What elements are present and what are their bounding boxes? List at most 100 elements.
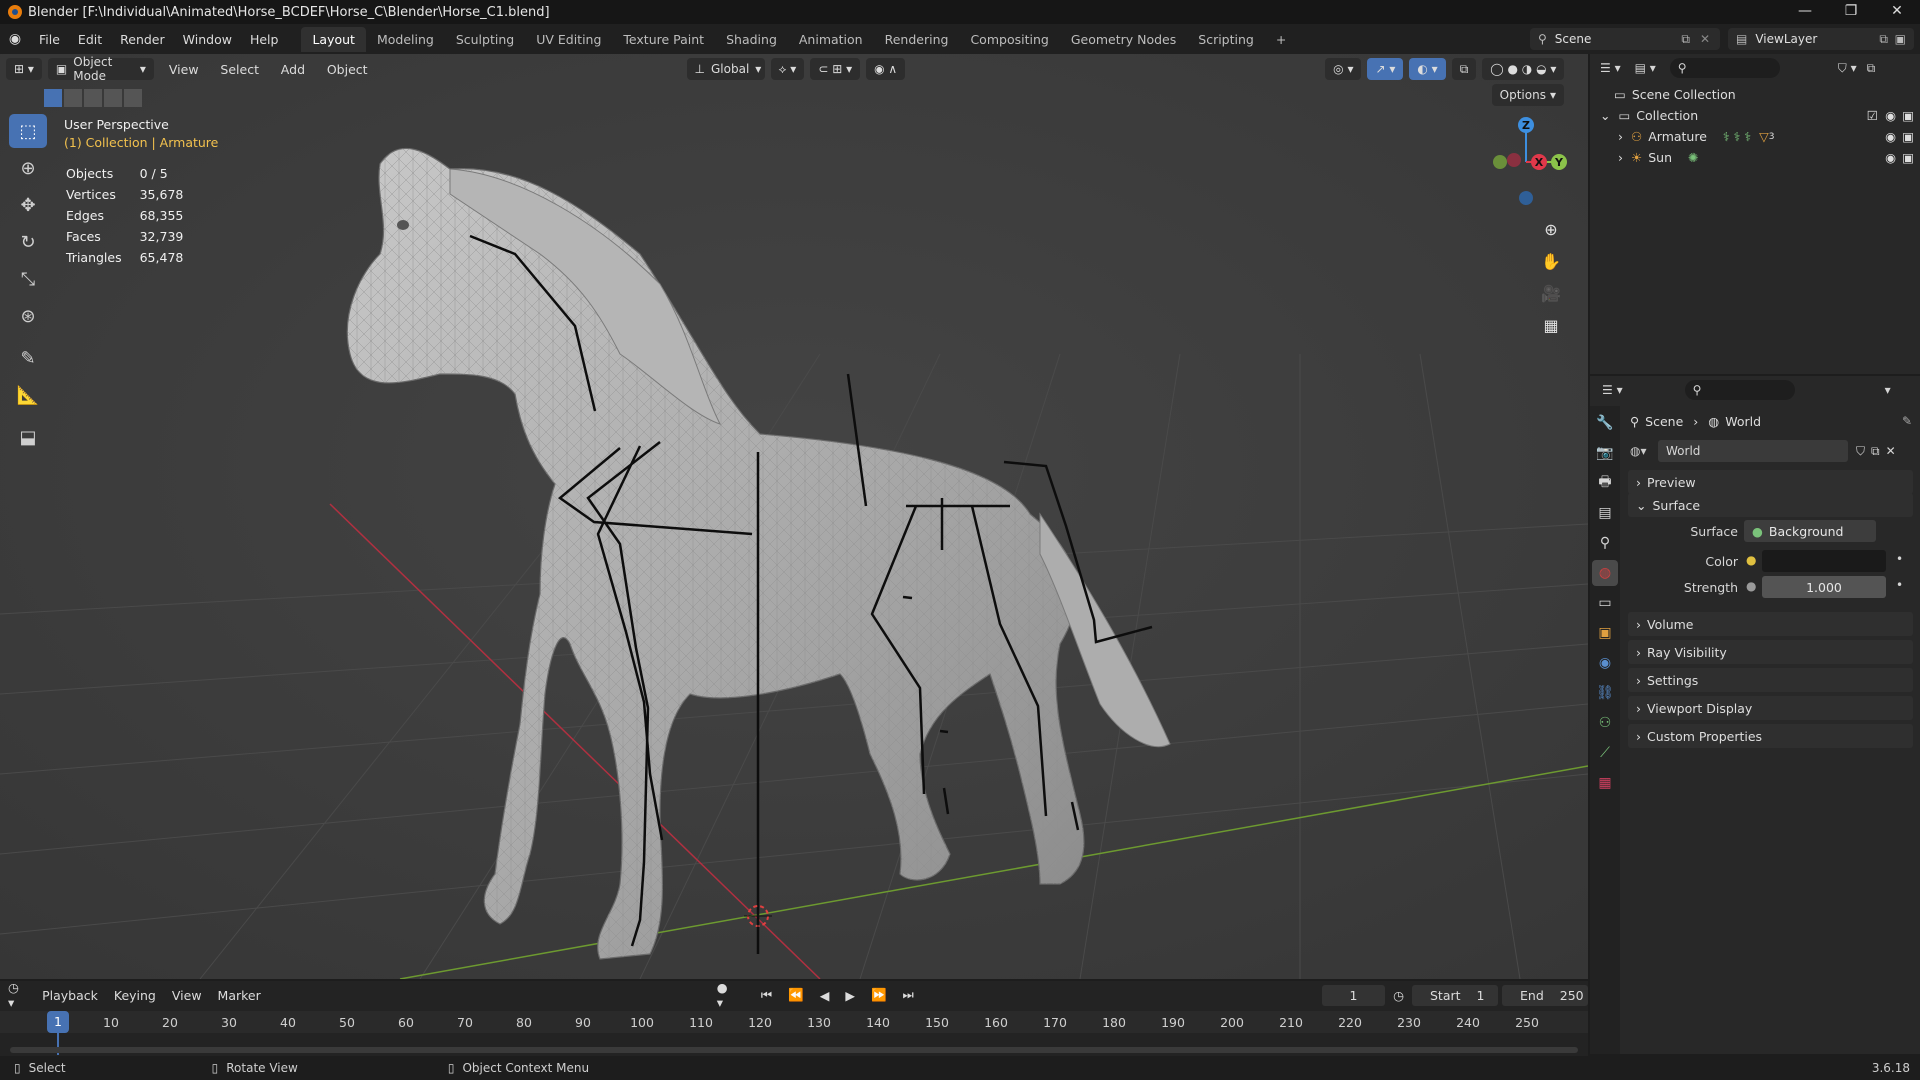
zoom-icon[interactable]: ⊕ <box>1536 214 1566 244</box>
auto-keying-icon[interactable]: ● ▾ <box>709 980 743 1010</box>
display-mode-icon[interactable]: ▤ ▾ <box>1635 61 1656 75</box>
timeline-editor-type-icon[interactable]: ◷ ▾ <box>0 980 34 1010</box>
play-icon[interactable]: ▶ <box>837 988 863 1003</box>
tool-tab-icon[interactable]: 🔧 <box>1592 410 1618 436</box>
mode-selector[interactable]: ▣ Object Mode ▾ <box>47 55 154 83</box>
color-swatch[interactable] <box>1762 550 1886 572</box>
outliner-search-input[interactable]: ⚲ <box>1669 58 1780 78</box>
snap-toggle[interactable]: ⊂ ⊞ ▾ <box>810 58 861 80</box>
menu-file[interactable]: File <box>30 32 69 47</box>
annotate-tool-icon[interactable]: ✎ <box>9 341 47 375</box>
tab-uv-editing[interactable]: UV Editing <box>525 27 612 52</box>
tab-animation[interactable]: Animation <box>788 27 874 52</box>
bone-tab-icon[interactable]: ⟋ <box>1592 740 1618 766</box>
menu-window[interactable]: Window <box>174 32 241 47</box>
render-camera-icon[interactable]: ▣ <box>1902 129 1914 144</box>
menu-marker[interactable]: Marker <box>210 988 269 1003</box>
panel-settings[interactable]: › Settings <box>1628 668 1913 692</box>
play-reverse-icon[interactable]: ◀ <box>812 988 838 1003</box>
pivot-point-button[interactable]: ⟡ ▾ <box>770 58 805 80</box>
tab-rendering[interactable]: Rendering <box>874 27 960 52</box>
shading-mode-buttons[interactable]: ◯ ● ◑ ◒ ▾ <box>1482 58 1565 80</box>
new-collection-icon[interactable]: ⧉ <box>1867 61 1876 76</box>
menu-object[interactable]: Object <box>318 62 377 77</box>
panel-custom-properties[interactable]: › Custom Properties <box>1628 724 1913 748</box>
perspective-toggle-icon[interactable]: ▦ <box>1536 310 1566 340</box>
remove-scene-icon[interactable]: ✕ <box>1700 32 1710 46</box>
navigation-gizmo[interactable]: Z X Y ⊕ ✋ 🎥 ▦ <box>1464 114 1574 354</box>
menu-edit[interactable]: Edit <box>69 32 111 47</box>
xray-toggle[interactable]: ⧉ <box>1451 58 1477 80</box>
panel-preview[interactable]: › Preview <box>1628 470 1913 494</box>
cursor-tool-icon[interactable]: ⊕ <box>9 151 47 185</box>
menu-timeline-view[interactable]: View <box>164 988 210 1003</box>
current-frame-field[interactable]: 1 <box>1321 984 1386 1006</box>
expand-arrow-icon[interactable]: ⌄ <box>1600 108 1610 123</box>
timeline-editor[interactable]: ◷ ▾ Playback Keying View Marker ● ▾ ⏮ ⏪ … <box>0 980 1588 1065</box>
eye-icon[interactable]: ◉ <box>1885 108 1896 123</box>
fake-user-icon[interactable]: ⛉ <box>1856 444 1865 459</box>
select-box-tool-icon[interactable]: ⬚ <box>9 114 47 148</box>
world-tab-icon[interactable]: ◍ <box>1592 560 1618 586</box>
measure-tool-icon[interactable]: 📐 <box>9 378 47 412</box>
gizmo-toggle[interactable]: ↗ ▾ <box>1367 58 1404 80</box>
keyframe-dot-icon[interactable]: • <box>1896 552 1903 566</box>
view-layer-selector[interactable]: ▤ ViewLayer ⧉ ▣ <box>1728 28 1914 50</box>
3d-viewport[interactable]: ⊞ ▾ ▣ Object Mode ▾ View Select Add Obje… <box>0 54 1588 979</box>
add-cube-tool-icon[interactable]: ⬓ <box>9 420 47 454</box>
transform-tool-icon[interactable]: ⊛ <box>9 299 47 333</box>
properties-search-input[interactable]: ⚲ <box>1684 380 1795 400</box>
tab-sculpting[interactable]: Sculpting <box>445 27 525 52</box>
menu-render[interactable]: Render <box>111 32 174 47</box>
panel-ray-visibility[interactable]: › Ray Visibility <box>1628 640 1913 664</box>
tab-layout[interactable]: Layout <box>301 26 366 52</box>
scale-tool-icon[interactable]: ⤡ <box>9 262 47 296</box>
eye-icon[interactable]: ◉ <box>1885 129 1896 144</box>
strength-socket-icon[interactable]: ● <box>1746 579 1756 593</box>
render-camera-icon[interactable]: ▣ <box>1902 108 1914 123</box>
proportional-edit-toggle[interactable]: ◉ ∧ <box>866 58 906 80</box>
select-extend-icon[interactable] <box>64 89 82 107</box>
expand-arrow-icon[interactable]: › <box>1618 129 1623 144</box>
menu-add[interactable]: Add <box>272 62 314 77</box>
menu-playback[interactable]: Playback <box>34 988 106 1003</box>
close-button[interactable]: ✕ <box>1874 0 1920 24</box>
overlay-toggle[interactable]: ◐ ▾ <box>1409 58 1446 80</box>
color-socket-icon[interactable]: ● <box>1746 553 1756 567</box>
scene-selector[interactable]: ⚲ Scene ⧉ ✕ <box>1530 28 1720 50</box>
texture-tab-icon[interactable]: ▦ <box>1592 770 1618 796</box>
world-name-field[interactable]: World <box>1658 440 1848 462</box>
select-mode-buttons[interactable] <box>44 89 142 107</box>
object-tab-icon[interactable]: ▣ <box>1592 620 1618 646</box>
tab-modeling[interactable]: Modeling <box>366 27 445 52</box>
new-scene-icon[interactable]: ⧉ <box>1681 32 1690 47</box>
select-new-icon[interactable] <box>44 89 62 107</box>
jump-keyframe-forward-icon[interactable]: ⏩ <box>863 987 895 1003</box>
tab-texture-paint[interactable]: Texture Paint <box>612 27 715 52</box>
select-intersect-icon[interactable] <box>124 89 142 107</box>
outliner-row-sun[interactable]: › ☀ Sun ✺ ◉ ▣ <box>1590 147 1920 168</box>
menu-view[interactable]: View <box>160 62 208 77</box>
surface-shader-selector[interactable]: ● Background <box>1744 520 1876 542</box>
tab-geometry-nodes[interactable]: Geometry Nodes <box>1060 27 1187 52</box>
strength-field[interactable]: 1.000 <box>1762 576 1886 598</box>
chevron-down-icon[interactable]: ▾ <box>1885 383 1891 397</box>
preview-range-icon[interactable]: ◷ <box>1385 988 1412 1003</box>
axis-gizmo[interactable]: Z X Y <box>1464 114 1574 214</box>
move-tool-icon[interactable]: ✥ <box>9 188 47 222</box>
minimize-button[interactable]: — <box>1782 0 1828 24</box>
output-tab-icon[interactable]: 🖶 <box>1592 470 1618 496</box>
world-browse-icon[interactable]: ◍▾ <box>1630 444 1658 458</box>
options-button[interactable]: Options ▾ <box>1491 84 1564 106</box>
frame-end-field[interactable]: End 250 <box>1502 984 1588 1006</box>
outliner-row-collection[interactable]: ⌄ ▭ Collection ☑ ◉ ▣ <box>1590 105 1920 126</box>
menu-keying[interactable]: Keying <box>106 988 164 1003</box>
pin-icon[interactable]: ✎ <box>1902 414 1912 428</box>
filter-icon[interactable]: ⛉ ▾ <box>1838 61 1857 76</box>
render-tab-icon[interactable]: 📷 <box>1592 440 1618 466</box>
panel-surface[interactable]: ⌄ Surface <box>1628 493 1913 517</box>
unlink-icon[interactable]: ✕ <box>1886 444 1896 458</box>
keyframe-dot-icon[interactable]: • <box>1896 578 1903 592</box>
select-subtract-icon[interactable] <box>84 89 102 107</box>
outliner-row-armature[interactable]: › ⚇ Armature ⚕ ⚕ ⚕ ▽ 3 ◉ ▣ <box>1590 126 1920 147</box>
